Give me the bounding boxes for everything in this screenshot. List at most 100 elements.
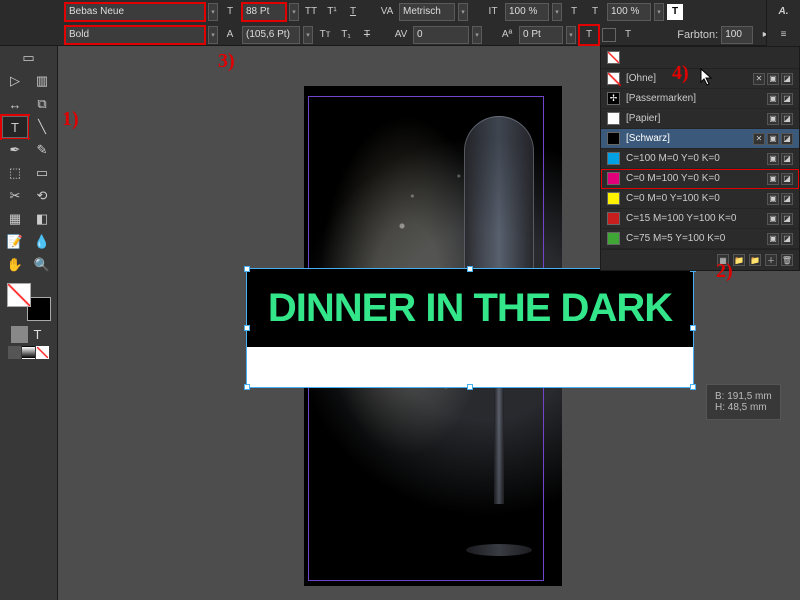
tracking-icon: AV	[392, 26, 410, 44]
swatch-mode-icon: ◪	[781, 153, 793, 165]
swatch-row[interactable]: C=0 M=0 Y=100 K=0 ▣◪	[601, 189, 799, 209]
font-family-dd[interactable]: ▾	[208, 3, 218, 21]
fill-stroke-proxy[interactable]	[7, 283, 51, 321]
font-size-field[interactable]: 88 Pt	[242, 3, 286, 21]
panel-menu-icon[interactable]: ≡	[766, 23, 800, 46]
gradient-tool[interactable]: ▦	[2, 208, 28, 230]
new-group-icon[interactable]: 📁	[749, 254, 761, 266]
leading-dd[interactable]: ▾	[303, 26, 313, 44]
text-frame[interactable]: DINNER IN THE DARK	[246, 268, 694, 388]
format-none[interactable]	[36, 346, 49, 359]
swatch-mode-icon: ◪	[781, 73, 793, 85]
dim-width: B: 191,5 mm	[715, 391, 772, 402]
eyedropper-tool[interactable]: 💧	[29, 231, 55, 253]
headline-text[interactable]: DINNER IN THE DARK	[247, 269, 693, 347]
baseline-field[interactable]: 0 Pt	[519, 26, 563, 44]
panel-fill-proxy[interactable]	[607, 51, 620, 64]
kerning-dd[interactable]: ▾	[458, 3, 468, 21]
swatch-row[interactable]: [Schwarz]✕▣◪	[601, 129, 799, 149]
vscale-icon: IT	[484, 3, 502, 21]
swatch-mode-icon: ◪	[781, 173, 793, 185]
swatch-mode-icon: ◪	[781, 213, 793, 225]
new-swatch-icon[interactable]: ＋	[765, 254, 777, 266]
gradient-feather-tool[interactable]: ◧	[29, 208, 55, 230]
rectangle-tool[interactable]: ▭	[29, 162, 55, 184]
swatch-chip	[607, 192, 620, 205]
superscript-icon[interactable]: T¹	[323, 3, 341, 21]
stroke-box-icon[interactable]	[602, 28, 616, 42]
tracking-field[interactable]: 0	[413, 26, 469, 44]
swatch-name: C=75 M=5 Y=100 K=0	[626, 233, 725, 244]
open-library-icon[interactable]: 📁	[733, 254, 745, 266]
hand-tool[interactable]: ✋	[2, 254, 28, 276]
char-stroke-icon[interactable]: T	[619, 26, 637, 44]
gap-tool[interactable]: ↔	[2, 93, 28, 115]
zoom-tool[interactable]: 🔍	[29, 254, 55, 276]
font-size-icon: T	[221, 3, 239, 21]
selection-tool[interactable]: ▭	[16, 47, 42, 69]
toolbox: ▭ ▷ ▥ ↔ ⧉ T ╲ ✒ ✎ ⬚ ▭ ✂ ⟲ ▦ ◧ 📝 💧 ✋ 🔍 T	[0, 0, 58, 600]
right-control-strip: A. ≡	[766, 0, 800, 46]
swatch-mode-icon: ◪	[781, 193, 793, 205]
swatch-chip	[607, 132, 620, 145]
tint-field[interactable]: 100	[721, 26, 753, 44]
underline-icon[interactable]: T	[344, 3, 362, 21]
swatch-row[interactable]: C=15 M=100 Y=100 K=0▣◪	[601, 209, 799, 229]
swatch-row[interactable]: [Ohne]✕▣◪	[601, 69, 799, 89]
vscale-field[interactable]: 100 %	[505, 3, 549, 21]
font-weight-dd[interactable]: ▾	[208, 26, 218, 44]
page-tool[interactable]: ▥	[29, 70, 55, 92]
swatch-row[interactable]: C=0 M=100 Y=0 K=0▣◪	[601, 169, 799, 189]
swatch-view-icon[interactable]: ▦	[717, 254, 729, 266]
rectangle-frame-tool[interactable]: ⬚	[2, 162, 28, 184]
pen-tool[interactable]: ✒	[2, 139, 28, 161]
swatch-type-icon: ▣	[767, 93, 779, 105]
font-size-dd[interactable]: ▾	[289, 3, 299, 21]
strikethrough-icon[interactable]: T	[358, 26, 376, 44]
leading-icon: A	[221, 26, 239, 44]
content-collector-tool[interactable]: ⧉	[29, 93, 55, 115]
allcaps-icon[interactable]: TT	[302, 3, 320, 21]
swatch-row[interactable]: C=100 M=0 Y=0 K=0▣◪	[601, 149, 799, 169]
baseline-dd[interactable]: ▾	[566, 26, 576, 44]
vscale-dd[interactable]: ▾	[552, 3, 562, 21]
swatch-row[interactable]: ✢[Passermarken]▣◪	[601, 89, 799, 109]
kerning-field[interactable]: Metrisch	[399, 3, 455, 21]
font-weight-field[interactable]: Bold	[65, 26, 205, 44]
apply-color[interactable]	[11, 326, 28, 343]
format-gradient[interactable]	[22, 346, 35, 359]
swatch-row[interactable]: C=75 M=5 Y=100 K=0▣◪	[601, 229, 799, 249]
swatch-type-icon: ▣	[767, 193, 779, 205]
subscript-icon[interactable]: T₁	[337, 26, 355, 44]
apply-type[interactable]: T	[29, 326, 46, 343]
swatch-chip	[607, 172, 620, 185]
swatch-row[interactable]: [Papier]▣◪	[601, 109, 799, 129]
swatch-chip: ✢	[607, 92, 620, 105]
font-family-field[interactable]: Bebas Neue	[65, 3, 205, 21]
char-fill-icon[interactable]: T	[580, 26, 598, 44]
format-color[interactable]	[8, 346, 21, 359]
swatch-list: [Ohne]✕▣◪✢[Passermarken]▣◪[Papier]▣◪[Sch…	[601, 69, 799, 249]
fill-T-icon[interactable]: T	[667, 4, 683, 20]
line-tool[interactable]: ╲	[29, 116, 55, 138]
swatch-noedit-icon: ✕	[753, 133, 765, 145]
swatch-chip	[607, 152, 620, 165]
pencil-tool[interactable]: ✎	[29, 139, 55, 161]
note-tool[interactable]: 📝	[2, 231, 28, 253]
tracking-dd[interactable]: ▾	[472, 26, 482, 44]
scissors-tool[interactable]: ✂	[2, 185, 28, 207]
swatch-mode-icon: ◪	[781, 233, 793, 245]
swatch-name: C=0 M=100 Y=0 K=0	[626, 173, 720, 184]
transform-tool[interactable]: ⟲	[29, 185, 55, 207]
direct-select-tool[interactable]: ▷	[2, 70, 28, 92]
swatch-chip	[607, 112, 620, 125]
hscale-dd[interactable]: ▾	[654, 3, 664, 21]
leading-field[interactable]: (105,6 Pt)	[242, 26, 300, 44]
swatch-name: C=0 M=0 Y=100 K=0	[626, 193, 720, 204]
baseline-label-icon[interactable]: T	[565, 3, 583, 21]
char-panel-icon[interactable]: A.	[766, 0, 800, 23]
type-tool[interactable]: T	[2, 116, 28, 138]
hscale-field[interactable]: 100 %	[607, 3, 651, 21]
smallcaps-icon[interactable]: Tᴛ	[316, 26, 334, 44]
delete-swatch-icon[interactable]: 🗑	[781, 254, 793, 266]
